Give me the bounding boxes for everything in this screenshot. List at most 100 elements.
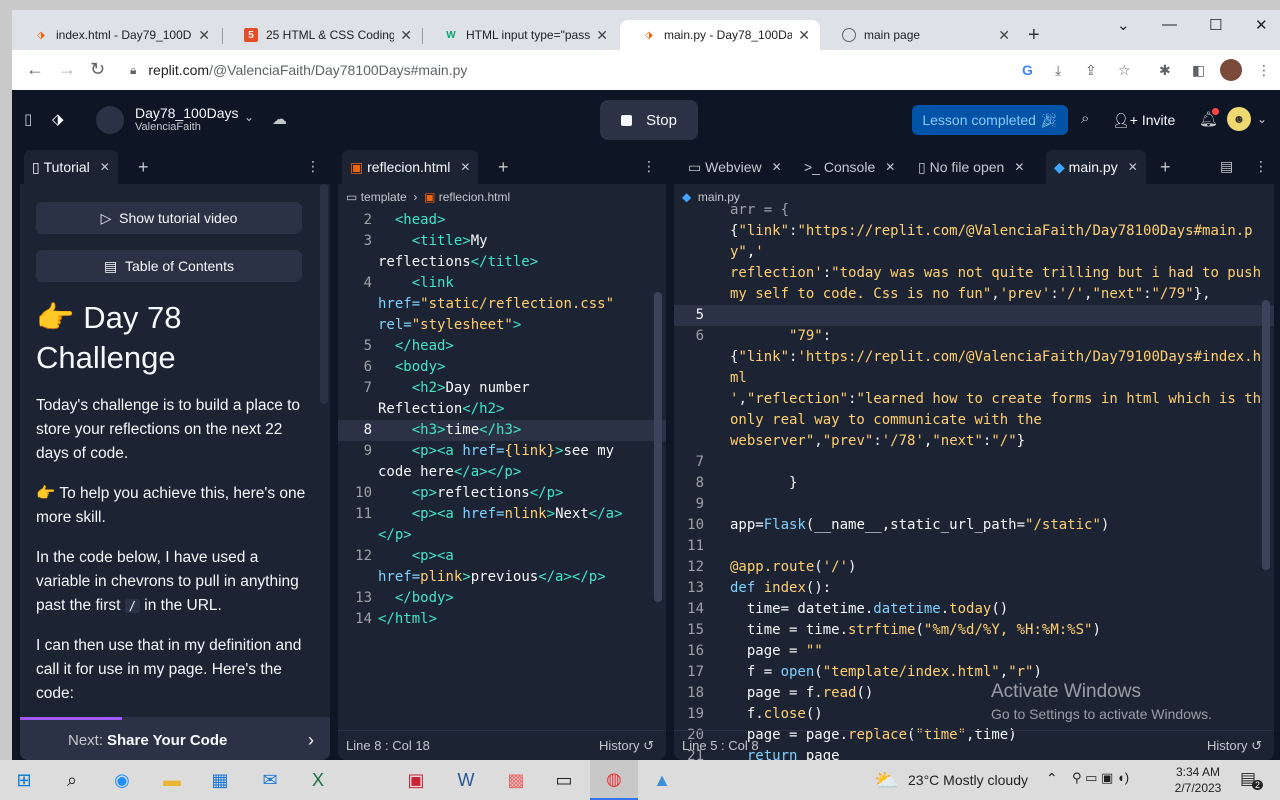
browser-tab-2[interactable]: 5 25 HTML & CSS Coding H ✕ bbox=[222, 20, 422, 50]
search-icon[interactable]: ⌕ bbox=[1081, 110, 1089, 127]
file-icon: ▯ bbox=[918, 158, 926, 175]
forward-icon[interactable]: → bbox=[58, 59, 76, 80]
code-line: 9 <p><a href={link}>see my code here</a>… bbox=[363, 443, 615, 480]
lock-icon: 🔒︎ bbox=[130, 62, 137, 77]
invite-button[interactable]: 👤︎+ Invite bbox=[1112, 105, 1175, 135]
chevron-down-icon[interactable]: ⌄ bbox=[1257, 112, 1267, 126]
next-lesson-button[interactable]: Next: Share Your Code › bbox=[20, 720, 330, 760]
close-window-icon[interactable]: ✕ bbox=[1255, 16, 1268, 34]
editor-scrollbar[interactable] bbox=[654, 292, 662, 602]
file-explorer-icon[interactable]: ▬ bbox=[160, 768, 184, 792]
close-tab-icon[interactable]: ✕ bbox=[100, 160, 110, 174]
close-tab-icon[interactable]: ✕ bbox=[885, 160, 895, 174]
repl-owner[interactable]: ValenciaFaith bbox=[135, 121, 201, 133]
new-tab-button[interactable]: + bbox=[1028, 24, 1040, 47]
code-line: 3 <title>My reflections</title> bbox=[363, 233, 539, 270]
taskbar-clock[interactable]: 3:34 AM 2/7/2023 bbox=[1170, 764, 1226, 796]
store-icon[interactable]: ▦ bbox=[208, 768, 232, 792]
tab-reflecion-html[interactable]: ▣ reflecion.html ✕ bbox=[342, 150, 479, 184]
show-tutorial-video-button[interactable]: ▷ Show tutorial video bbox=[36, 202, 302, 234]
excel-icon[interactable]: X bbox=[306, 768, 330, 792]
user-avatar[interactable]: ☻ bbox=[1227, 107, 1251, 131]
photos-icon[interactable]: ▲ bbox=[650, 768, 674, 792]
pane-menu-icon[interactable]: ⋮ bbox=[1254, 158, 1268, 175]
weather-text[interactable]: 23°C Mostly cloudy bbox=[908, 772, 1028, 788]
pane-menu-icon[interactable]: ⋮ bbox=[306, 158, 320, 175]
profile-avatar[interactable] bbox=[1220, 59, 1242, 81]
code-editor[interactable]: arr = { {"link":"https://replit.com/@Val… bbox=[674, 200, 1274, 760]
tutorial-paragraph: In the code below, I have used a variabl… bbox=[36, 549, 299, 614]
mail-icon[interactable]: ✉ bbox=[258, 768, 282, 792]
close-tab-icon[interactable]: ✕ bbox=[772, 160, 782, 174]
code-editor[interactable]: 2 <head> 3 <title>My reflections</title>… bbox=[338, 210, 666, 630]
code-line: 14 time= datetime.datetime.today() bbox=[687, 601, 1009, 617]
reload-icon[interactable]: ↻ bbox=[90, 59, 105, 80]
cursor-position: Line 5 : Col 8 bbox=[682, 738, 759, 753]
tab-tutorial[interactable]: ▯ Tutorial ✕ bbox=[24, 150, 118, 184]
add-tab-button[interactable]: + bbox=[1160, 150, 1171, 184]
share-icon[interactable]: ⇪ bbox=[1085, 62, 1097, 79]
layout-icon[interactable]: ▤ bbox=[1220, 158, 1233, 175]
add-tab-button[interactable]: + bbox=[498, 150, 509, 184]
search-icon[interactable]: ⌕ bbox=[60, 768, 84, 792]
table-of-contents-button[interactable]: ▤ Table of Contents bbox=[36, 250, 302, 282]
stop-button[interactable]: Stop bbox=[600, 100, 698, 140]
browser-tab-1[interactable]: ⬗ index.html - Day79_100D ✕ bbox=[12, 20, 220, 50]
tab-console[interactable]: >_ Console ✕ bbox=[804, 150, 895, 184]
cloud-sync-icon[interactable]: ☁ bbox=[272, 110, 287, 128]
tab-search-icon[interactable]: ⌄ bbox=[1117, 16, 1130, 34]
close-tab-icon[interactable]: ✕ bbox=[596, 27, 608, 44]
app-icon[interactable]: ▣ bbox=[404, 768, 428, 792]
editor-scrollbar[interactable] bbox=[1262, 300, 1270, 570]
chevron-down-icon[interactable]: ⌄ bbox=[244, 110, 254, 124]
close-tab-icon[interactable]: ✕ bbox=[798, 27, 810, 44]
edge-icon[interactable]: ◉ bbox=[110, 768, 134, 792]
office-icon[interactable]: ▩ bbox=[504, 768, 528, 792]
close-tab-icon[interactable]: ✕ bbox=[400, 27, 412, 44]
code-line: 13 </body> bbox=[355, 590, 454, 606]
close-tab-icon[interactable]: ✕ bbox=[1014, 160, 1024, 174]
history-button[interactable]: History ↺ bbox=[599, 738, 654, 754]
tray-chevron-up-icon[interactable]: ⌃ bbox=[1046, 770, 1058, 787]
browser-tab-3[interactable]: W HTML input type="passw ✕ bbox=[422, 20, 618, 50]
word-icon[interactable]: W bbox=[454, 768, 478, 792]
tab-webview[interactable]: ▭ Webview ✕ bbox=[688, 150, 782, 184]
browser-tab-5[interactable]: main page ✕ bbox=[820, 20, 1020, 50]
activate-windows-title: Activate Windows bbox=[991, 681, 1141, 702]
code-line-current: 5 bbox=[674, 305, 1274, 326]
tutorial-scrollbar[interactable] bbox=[320, 184, 328, 404]
side-panel-icon[interactable]: ◧ bbox=[1192, 62, 1205, 79]
google-translate-icon[interactable]: G bbox=[1022, 62, 1033, 78]
replit-logo-icon[interactable]: ⬗ bbox=[52, 110, 64, 128]
minimize-icon[interactable]: — bbox=[1162, 16, 1177, 33]
bookmark-star-icon[interactable]: ☆ bbox=[1118, 62, 1131, 79]
extensions-icon[interactable]: ✱ bbox=[1159, 62, 1171, 79]
tab-no-file-open[interactable]: ▯ No file open ✕ bbox=[918, 150, 1024, 184]
tutorial-content: 👉 Day 78 Challenge Today's challenge is … bbox=[36, 298, 316, 708]
notification-badge: 2 bbox=[1252, 780, 1264, 790]
chrome-icon[interactable]: ◍ bbox=[590, 760, 638, 800]
pane-menu-icon[interactable]: ⋮ bbox=[642, 158, 656, 175]
code-line: 11 <p><a href=nlink>Next</a> </p> bbox=[355, 506, 623, 543]
lesson-completed-button[interactable]: Lesson completed 🎉︎ bbox=[912, 105, 1068, 135]
windows-start-icon[interactable]: ⊞ bbox=[12, 768, 36, 792]
close-tab-icon[interactable]: ✕ bbox=[460, 160, 470, 174]
sidebar-toggle-icon[interactable]: ▯ bbox=[24, 110, 32, 128]
close-tab-icon[interactable]: ✕ bbox=[198, 27, 210, 44]
terminal-icon[interactable]: ▭ bbox=[552, 768, 576, 792]
repl-name[interactable]: Day78_100Days bbox=[135, 105, 239, 121]
install-icon[interactable]: ⤓ bbox=[1055, 62, 1061, 79]
tab-main-py[interactable]: ◆ main.py ✕ bbox=[1046, 150, 1146, 184]
maximize-icon[interactable]: ☐ bbox=[1209, 16, 1222, 34]
close-tab-icon[interactable]: ✕ bbox=[1128, 160, 1138, 174]
tutorial-paragraph: 👉 To help you achieve this, here's one m… bbox=[36, 485, 306, 526]
add-tab-button[interactable]: + bbox=[138, 150, 149, 184]
chrome-menu-icon[interactable]: ⋮ bbox=[1257, 62, 1271, 79]
folder-icon: ▭ bbox=[346, 190, 358, 204]
close-tab-icon[interactable]: ✕ bbox=[998, 27, 1010, 44]
back-icon[interactable]: ← bbox=[26, 59, 44, 80]
omnibox[interactable]: 🔒︎ replit.com/@ValenciaFaith/Day78100Day… bbox=[120, 55, 1152, 85]
browser-tab-active[interactable]: ⬗ main.py - Day78_100Days ✕ bbox=[620, 20, 820, 50]
history-button[interactable]: History ↺ bbox=[1207, 738, 1262, 754]
tray-icons[interactable]: ⚲ ▭ ▣ ◖) bbox=[1072, 770, 1129, 786]
